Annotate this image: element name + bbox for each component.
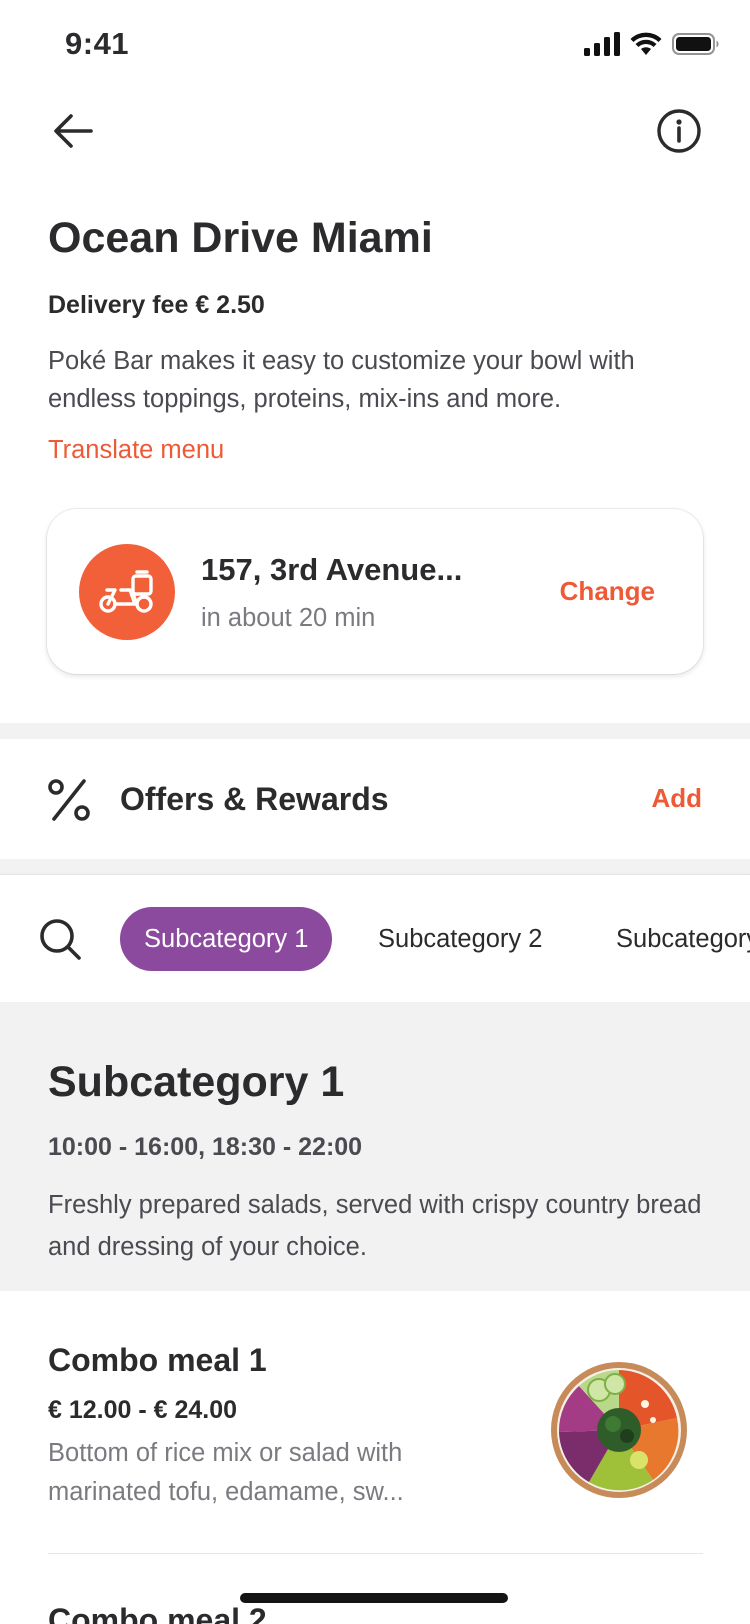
wifi-icon bbox=[630, 32, 662, 55]
change-address-button[interactable]: Change bbox=[560, 576, 655, 607]
section-divider bbox=[0, 859, 750, 875]
menu-item[interactable]: Combo meal 1 € 12.00 - € 24.00 Bottom of… bbox=[48, 1330, 703, 1552]
scooter-icon bbox=[99, 570, 153, 613]
delivery-fee: Delivery fee € 2.50 bbox=[48, 291, 265, 319]
category-tabs: Subcategory 1 Subcategory 2 Subcategory … bbox=[0, 874, 750, 1002]
menu-item-title: Combo meal 1 bbox=[48, 1342, 267, 1378]
restaurant-name: Ocean Drive Miami bbox=[48, 214, 433, 262]
tab-subcategory-1[interactable]: Subcategory 1 bbox=[120, 907, 333, 971]
percent-icon bbox=[48, 779, 90, 821]
status-icons bbox=[584, 32, 720, 56]
section-divider bbox=[0, 723, 750, 739]
tab-subcategory-2[interactable]: Subcategory 2 bbox=[354, 907, 566, 971]
restaurant-description: Poké Bar makes it easy to customize your… bbox=[48, 347, 635, 413]
home-indicator bbox=[240, 1593, 508, 1603]
menu-item-description: Bottom of rice mix or salad with marinat… bbox=[48, 1439, 404, 1506]
info-circle-icon bbox=[657, 109, 701, 153]
arrow-left-icon bbox=[54, 114, 93, 148]
translate-menu-link[interactable]: Translate menu bbox=[48, 436, 224, 465]
menu-item-price: € 12.00 - € 24.00 bbox=[48, 1396, 238, 1424]
poke-bowl-image bbox=[551, 1362, 687, 1498]
battery-icon bbox=[672, 33, 719, 55]
offers-rewards-row[interactable]: Offers & Rewards Add bbox=[0, 739, 750, 859]
status-bar: 9:41 bbox=[0, 0, 750, 90]
tab-subcategory-3[interactable]: Subcategory 3 bbox=[592, 907, 750, 971]
menu-item-title[interactable]: Combo meal 2 bbox=[48, 1602, 267, 1624]
section-hours: 10:00 - 16:00, 18:30 - 22:00 bbox=[48, 1133, 363, 1161]
status-time: 9:41 bbox=[65, 26, 130, 61]
back-button[interactable] bbox=[46, 104, 100, 158]
offers-rewards-label: Offers & Rewards bbox=[120, 781, 389, 817]
scooter-badge bbox=[79, 544, 175, 640]
section-title: Subcategory 1 bbox=[48, 1058, 345, 1106]
search-icon[interactable] bbox=[36, 915, 84, 963]
info-button[interactable] bbox=[652, 104, 706, 158]
section-description: Freshly prepared salads, served with cri… bbox=[48, 1191, 702, 1261]
signal-icon bbox=[584, 32, 620, 56]
menu-divider bbox=[48, 1553, 703, 1554]
delivery-eta: in about 20 min bbox=[201, 604, 376, 632]
delivery-address: 157, 3rd Avenue... bbox=[201, 552, 463, 587]
delivery-address-card[interactable]: 157, 3rd Avenue... in about 20 min Chang… bbox=[47, 509, 703, 674]
offers-add-button[interactable]: Add bbox=[651, 783, 702, 814]
